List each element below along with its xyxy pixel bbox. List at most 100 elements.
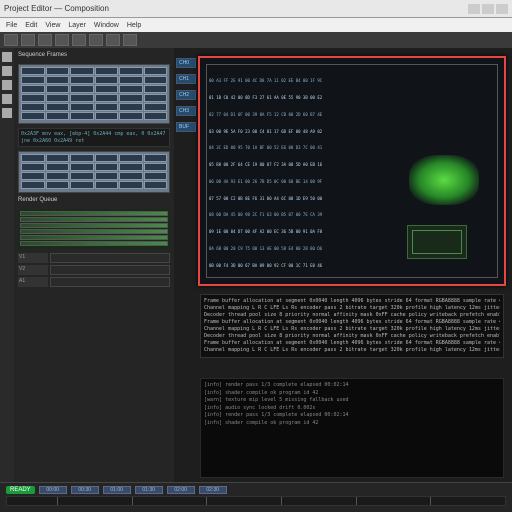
frame-cell[interactable] <box>144 85 168 93</box>
time-chip[interactable]: 02:00 <box>167 486 195 494</box>
viewer-window[interactable]: 00 A3 FF 2E 91 00 4C D8 7A 11 02 EE B4 0… <box>198 56 506 286</box>
frame-cell[interactable] <box>70 103 94 111</box>
frame-cell[interactable] <box>95 163 119 171</box>
close-button[interactable] <box>496 4 508 14</box>
channel-tag[interactable]: BUF <box>176 122 196 132</box>
frame-cell[interactable] <box>21 94 45 102</box>
frame-cell[interactable] <box>21 181 45 189</box>
frame-cell[interactable] <box>70 172 94 180</box>
queue-item[interactable] <box>20 211 168 216</box>
frame-cell[interactable] <box>95 76 119 84</box>
frame-cell[interactable] <box>144 154 168 162</box>
frame-cell[interactable] <box>46 94 70 102</box>
tool-brush[interactable] <box>106 34 120 46</box>
frame-cell[interactable] <box>46 103 70 111</box>
search-icon[interactable] <box>2 66 12 76</box>
frame-cell[interactable] <box>144 76 168 84</box>
frame-cell[interactable] <box>46 76 70 84</box>
frame-cell[interactable] <box>119 112 143 120</box>
frame-cell[interactable] <box>144 181 168 189</box>
frame-cell[interactable] <box>70 85 94 93</box>
frame-cell[interactable] <box>119 94 143 102</box>
tool-select[interactable] <box>4 34 18 46</box>
channel-tag[interactable]: CH0 <box>176 58 196 68</box>
channel-tag[interactable]: CH3 <box>176 106 196 116</box>
track-row[interactable]: V1 <box>18 253 170 263</box>
frame-cell[interactable] <box>95 172 119 180</box>
frame-cell[interactable] <box>144 94 168 102</box>
frame-cell[interactable] <box>21 112 45 120</box>
frame-cell[interactable] <box>119 76 143 84</box>
menu-file[interactable]: File <box>6 22 17 29</box>
frame-cell[interactable] <box>21 103 45 111</box>
track-body[interactable] <box>50 277 170 287</box>
minimize-button[interactable] <box>468 4 480 14</box>
frame-cell[interactable] <box>70 181 94 189</box>
tool-hand[interactable] <box>21 34 35 46</box>
time-chip[interactable]: 00:30 <box>71 486 99 494</box>
track-body[interactable] <box>50 265 170 275</box>
frame-cell[interactable] <box>46 85 70 93</box>
frame-cell[interactable] <box>70 112 94 120</box>
frame-cell[interactable] <box>144 67 168 75</box>
frame-cell[interactable] <box>144 172 168 180</box>
track-row[interactable]: A1 <box>18 277 170 287</box>
frame-cell[interactable] <box>21 172 45 180</box>
timeline-ruler[interactable] <box>6 496 506 506</box>
frame-cell[interactable] <box>46 172 70 180</box>
frame-cell[interactable] <box>46 67 70 75</box>
frame-cell[interactable] <box>46 163 70 171</box>
frame-cell[interactable] <box>70 154 94 162</box>
frame-cell[interactable] <box>46 154 70 162</box>
frame-cell[interactable] <box>46 112 70 120</box>
frame-cell[interactable] <box>95 103 119 111</box>
frame-cell[interactable] <box>144 163 168 171</box>
menu-window[interactable]: Window <box>94 22 119 29</box>
file-icon[interactable] <box>2 52 12 62</box>
tool-crop[interactable] <box>123 34 137 46</box>
frame-cell[interactable] <box>21 154 45 162</box>
frame-cell[interactable] <box>95 94 119 102</box>
track-body[interactable] <box>50 253 170 263</box>
frame-cell[interactable] <box>21 163 45 171</box>
queue-item[interactable] <box>20 241 168 246</box>
frame-cell[interactable] <box>144 103 168 111</box>
channel-tag[interactable]: CH1 <box>176 74 196 84</box>
menu-edit[interactable]: Edit <box>25 22 37 29</box>
time-chip[interactable]: 01:30 <box>135 486 163 494</box>
frame-cell[interactable] <box>119 67 143 75</box>
layers-icon[interactable] <box>2 80 12 90</box>
frame-cell[interactable] <box>144 112 168 120</box>
frame-cell[interactable] <box>119 103 143 111</box>
frame-cell[interactable] <box>95 181 119 189</box>
queue-item[interactable] <box>20 223 168 228</box>
tool-zoom[interactable] <box>38 34 52 46</box>
frame-cell[interactable] <box>46 181 70 189</box>
frame-cell[interactable] <box>119 172 143 180</box>
frame-cell[interactable] <box>95 154 119 162</box>
queue-item[interactable] <box>20 229 168 234</box>
tool-pen[interactable] <box>89 34 103 46</box>
frame-cell[interactable] <box>95 112 119 120</box>
track-row[interactable]: V2 <box>18 265 170 275</box>
queue-item[interactable] <box>20 235 168 240</box>
channel-tag[interactable]: CH2 <box>176 90 196 100</box>
time-chip[interactable]: 01:00 <box>103 486 131 494</box>
frame-cell[interactable] <box>119 181 143 189</box>
frame-cell[interactable] <box>70 94 94 102</box>
maximize-button[interactable] <box>482 4 494 14</box>
frame-cell[interactable] <box>119 154 143 162</box>
menu-help[interactable]: Help <box>127 22 141 29</box>
frame-cell[interactable] <box>70 163 94 171</box>
queue-item[interactable] <box>20 217 168 222</box>
frame-grid-a[interactable] <box>18 64 170 124</box>
gear-icon[interactable] <box>2 108 12 118</box>
frame-cell[interactable] <box>21 85 45 93</box>
menu-view[interactable]: View <box>45 22 60 29</box>
menu-layer[interactable]: Layer <box>68 22 86 29</box>
frame-cell[interactable] <box>119 163 143 171</box>
frame-cell[interactable] <box>21 67 45 75</box>
frame-cell[interactable] <box>95 67 119 75</box>
log-panel[interactable]: [info] render pass 1/3 complete elapsed … <box>200 378 504 478</box>
tool-text[interactable] <box>55 34 69 46</box>
